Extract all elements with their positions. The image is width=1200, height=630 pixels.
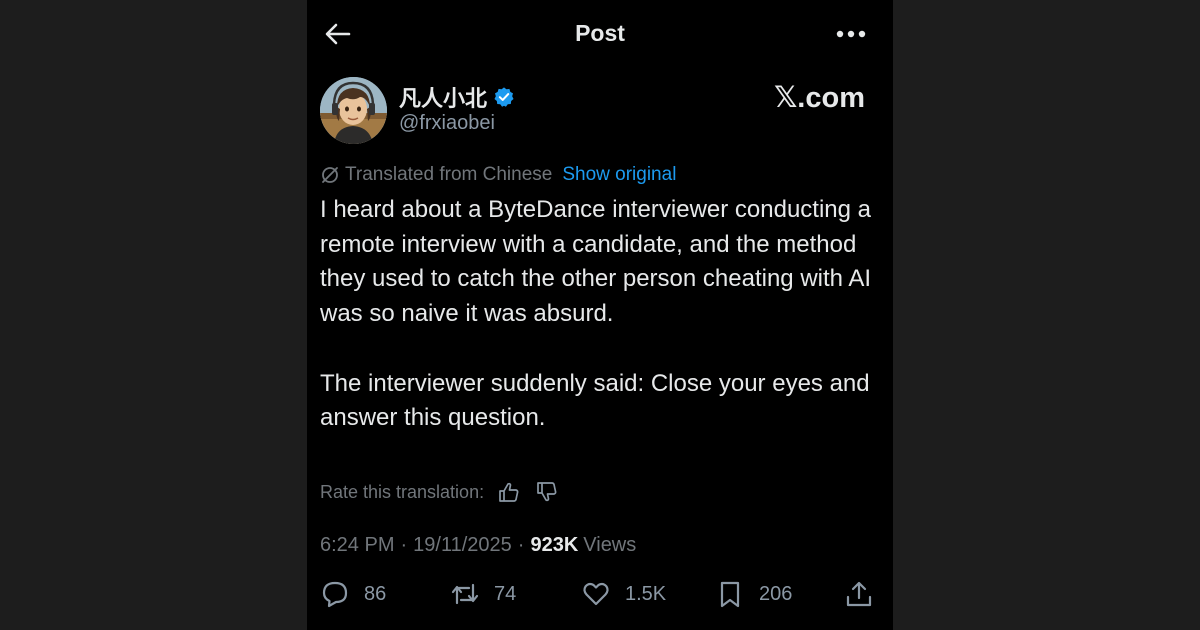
author-name-row[interactable]: 凡人小北 (399, 82, 515, 112)
meta-separator: · (400, 533, 408, 556)
post-date[interactable]: 19/11/2025 (413, 534, 512, 557)
thumbs-up-icon (499, 482, 519, 502)
reply-icon (322, 581, 348, 608)
post-text: I heard about a ByteDance interviewer co… (320, 193, 880, 436)
repost-count: 74 (494, 582, 517, 605)
reply-count: 86 (364, 582, 387, 605)
repost-button[interactable]: 74 (450, 577, 516, 611)
like-button[interactable]: 1.5K (581, 577, 666, 611)
translated-from-label: Translated from Chinese (345, 164, 553, 185)
views-label: Views (583, 533, 637, 556)
post-panel: Post 凡人小北 @frxiaobei 𝕏.com Translated fr… (307, 0, 893, 630)
verified-badge-icon (494, 87, 514, 107)
avatar[interactable] (320, 77, 387, 144)
page-title: Post (575, 20, 625, 46)
heart-icon (583, 582, 609, 606)
show-original-link[interactable]: Show original (562, 164, 676, 186)
rate-translation-row: Rate this translation: (320, 479, 560, 505)
share-icon (846, 581, 872, 607)
more-button[interactable] (833, 22, 869, 46)
post-time[interactable]: 6:24 PM (320, 534, 394, 557)
top-bar: Post (307, 0, 893, 68)
rate-translation-label: Rate this translation: (320, 481, 485, 502)
post-paragraph: The interviewer suddenly said: Close you… (320, 369, 870, 432)
repost-icon (451, 583, 479, 605)
views-count: 923K (530, 533, 579, 556)
translation-notice: Translated from Chinese Show original (320, 162, 676, 188)
share-button[interactable] (844, 577, 874, 611)
author-handle[interactable]: @frxiaobei (399, 112, 495, 135)
bookmark-icon (720, 581, 740, 608)
post-paragraph: I heard about a ByteDance interviewer co… (320, 196, 872, 328)
more-horizontal-icon (836, 30, 866, 38)
display-name[interactable]: 凡人小北 (399, 81, 487, 113)
translate-icon (322, 167, 338, 183)
avatar-image (320, 77, 387, 144)
like-count: 1.5K (625, 582, 667, 605)
post-meta: 6:24 PM · 19/11/2025 · 923K Views (320, 531, 636, 559)
x-com-watermark: 𝕏.com (773, 82, 865, 114)
thumbs-down-icon (537, 482, 557, 502)
bookmark-button[interactable]: 206 (715, 577, 792, 611)
thumbs-down-button[interactable] (534, 479, 560, 505)
meta-separator: · (517, 533, 525, 556)
reply-button[interactable]: 86 (320, 577, 386, 611)
thumbs-up-button[interactable] (496, 479, 522, 505)
bookmark-count: 206 (759, 582, 793, 605)
